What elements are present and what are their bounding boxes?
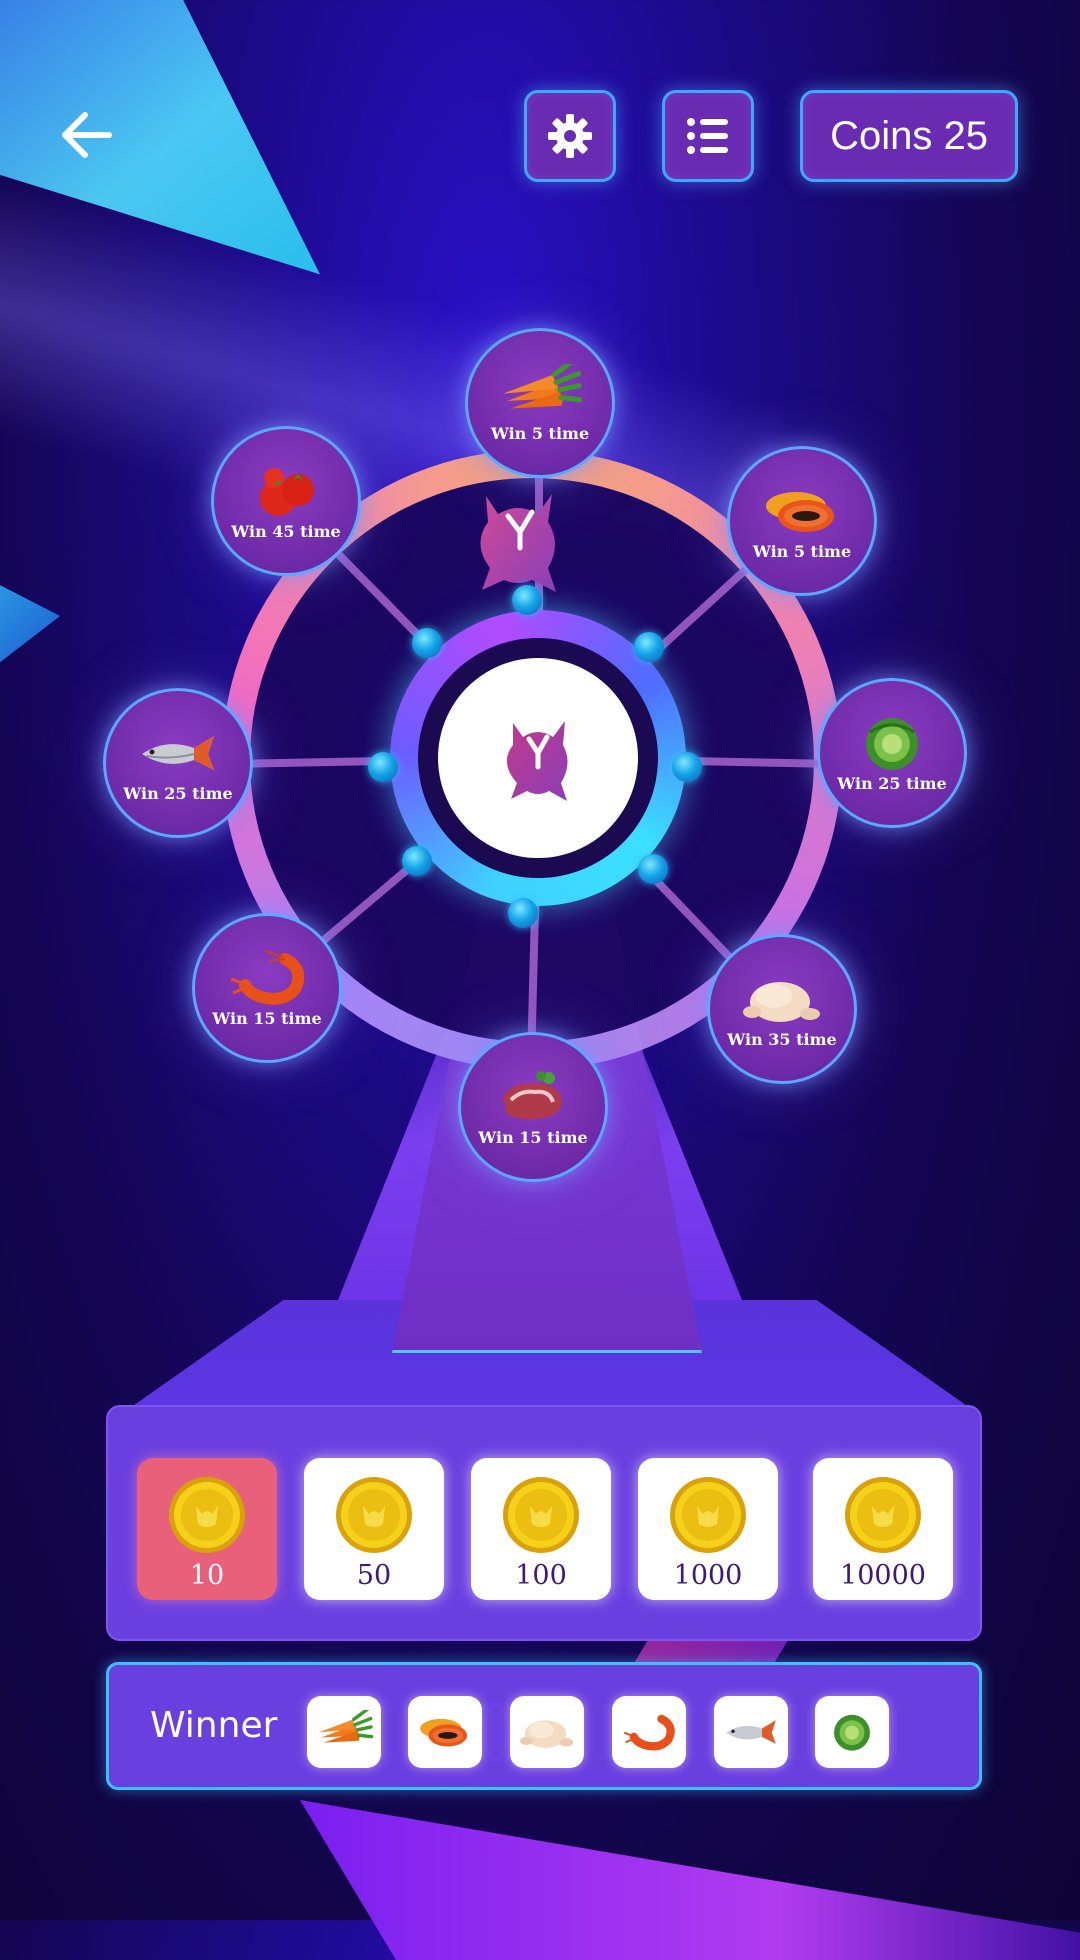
wheel-peg [512, 585, 542, 615]
winner-item-papaya [408, 1696, 482, 1768]
carrot-icon [503, 363, 582, 408]
bet-chip-10000[interactable]: 10000 [813, 1458, 953, 1600]
bet-chip-1000[interactable]: 1000 [638, 1458, 778, 1600]
history-list-button[interactable] [662, 90, 754, 182]
meat-icon [503, 1070, 562, 1119]
bet-chip-value: 1000 [673, 1560, 743, 1591]
wheel-peg [634, 632, 664, 662]
coins-balance-label: Coins 25 [830, 113, 988, 158]
papaya-icon [766, 491, 834, 532]
prize-shrimp[interactable]: Win 15 time [192, 913, 342, 1063]
prize-label: Win 35 time [727, 1029, 837, 1049]
prize-label: Win 25 time [837, 773, 947, 793]
wheel-peg [638, 854, 668, 884]
spin-button[interactable] [438, 658, 638, 858]
arrow-left-icon [62, 112, 112, 158]
bet-chip-value: 50 [356, 1560, 392, 1591]
winner-item-cabbage [815, 1696, 889, 1768]
tomato-icon [260, 467, 314, 516]
prize-label: Win 25 time [123, 783, 233, 803]
papaya-icon [420, 1718, 468, 1747]
chicken-icon [743, 981, 820, 1022]
coin-icon [336, 1477, 412, 1553]
prize-papaya[interactable]: Win 5 time [727, 446, 877, 596]
owl-pointer-icon [480, 494, 556, 592]
prize-chicken[interactable]: Win 35 time [707, 934, 857, 1084]
prize-label: Win 15 time [212, 1008, 322, 1028]
prize-label: Win 5 time [490, 423, 590, 443]
wheel-peg [672, 752, 702, 782]
winner-label: Winner [150, 1705, 278, 1746]
bet-chip-10[interactable]: 10 [137, 1458, 277, 1600]
wheel-peg [412, 628, 442, 658]
winner-item-fish [714, 1696, 788, 1768]
background-left-shard [0, 580, 60, 670]
owl-logo-icon [506, 721, 568, 801]
winner-item-chicken [510, 1696, 584, 1768]
coin-icon [503, 1477, 579, 1553]
settings-button[interactable] [524, 90, 616, 182]
coins-balance-button[interactable]: Coins 25 [800, 90, 1018, 182]
winner-item-shrimp [612, 1696, 686, 1768]
prize-label: Win 5 time [752, 541, 852, 561]
fish-icon [142, 735, 214, 770]
carrot-icon [318, 1710, 373, 1743]
back-button[interactable] [52, 100, 122, 170]
wheel-peg [368, 752, 398, 782]
bet-chip-50[interactable]: 50 [304, 1458, 444, 1600]
cabbage-icon [834, 1714, 870, 1751]
prize-label: Win 15 time [478, 1127, 588, 1147]
chicken-icon [520, 1720, 574, 1748]
coin-icon [670, 1477, 746, 1553]
bet-chip-value: 10 [189, 1560, 225, 1591]
wheel-peg [508, 898, 538, 928]
cabbage-icon [866, 717, 918, 770]
bet-chip-value: 10000 [840, 1560, 926, 1591]
shrimp-icon [623, 1714, 675, 1751]
prize-fish[interactable]: Win 25 time [103, 688, 253, 838]
wheel-peg [402, 846, 432, 876]
bet-chip-100[interactable]: 100 [471, 1458, 611, 1600]
gear-icon [548, 114, 592, 158]
list-icon [687, 118, 728, 154]
coin-icon [169, 1477, 245, 1553]
prize-tomato[interactable]: Win 45 time [211, 426, 361, 576]
prize-label: Win 45 time [231, 521, 341, 541]
winner-item-carrot [307, 1696, 381, 1768]
shrimp-icon [230, 949, 305, 1005]
fish-icon [726, 1720, 776, 1744]
prize-carrot[interactable]: Win 5 time [465, 328, 615, 478]
background-bottom-shard [300, 1800, 1080, 1960]
coin-icon [845, 1477, 921, 1553]
prize-meat[interactable]: Win 15 time [458, 1032, 608, 1182]
prize-cabbage[interactable]: Win 25 time [817, 678, 967, 828]
bet-chip-value: 100 [515, 1560, 567, 1591]
